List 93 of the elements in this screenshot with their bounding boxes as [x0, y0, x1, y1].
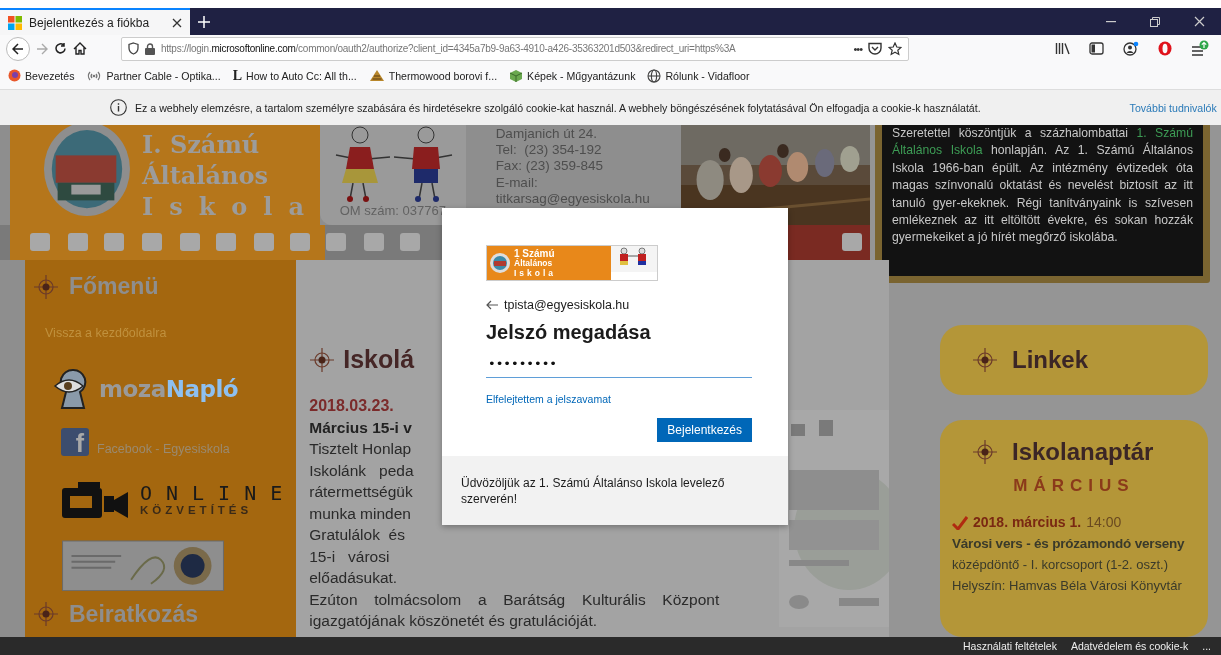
article-text: igazgatójának köszönetét és gratulációját. [309, 611, 599, 631]
pocket-icon[interactable] [868, 42, 882, 55]
online-text: ONLINE [140, 481, 297, 504]
section-heading: Beiratkozás [69, 600, 199, 628]
article-heading: Iskolá [343, 349, 415, 371]
target-icon [972, 439, 998, 465]
star-icon[interactable] [888, 41, 902, 56]
account-email: tpista@egyesiskola.hu [504, 298, 630, 312]
globe-icon [647, 68, 662, 83]
library-icon[interactable] [1055, 42, 1070, 55]
account-icon[interactable] [1123, 41, 1139, 56]
close-icon[interactable] [172, 17, 182, 28]
article-text: Ezúton tolmácsolom a Barátság Kulturális Központ [309, 589, 720, 610]
badge-drawing[interactable] [61, 539, 225, 592]
om-number-text: OM szám: 037767 [339, 203, 446, 218]
welcome-message: Üdvözöljük az 1. Számú Általánso Iskola levelező szerverén! [461, 476, 725, 506]
shield-icon [128, 42, 139, 55]
address-bar[interactable]: https://login.microsoftonline.com/common/oauth2/authorize?client_id=4345a7b9-9a63-4910-a426-35363201d503&redirect_uri=https%3A ••• [121, 36, 909, 61]
sign-in-button[interactable]: Bejelentkezés [657, 418, 752, 442]
event-date: 2018. március 1. [973, 513, 1082, 532]
bookmark-link[interactable]: L How to Auto Cc: All th... [232, 67, 357, 84]
school-name-text: Általános [141, 160, 268, 191]
target-icon [33, 601, 59, 628]
school-name-text: Iskola [141, 191, 320, 222]
welcome-text: Szeretettel köszöntjük a százhalombattai 1. Számú Általános Iskola honlapján. Az 1. Számú Általános Iskola 1966-ban épült. Az intézmény évtizedek óta magas színvonalú oktatást és nevelést biztosít az itt tanuló gyer-ekeknek. Régi tanítványaink is szívesen emlékeznek az itt eltöltött évekre, és sokan hozzák gyermekeiket a jó hírét megőrző iskolába. [892, 126, 1193, 245]
back-arrow-icon[interactable] [486, 300, 498, 310]
more-button[interactable]: ... [1202, 640, 1211, 652]
footer-link[interactable]: Használati feltételek [962, 640, 1057, 652]
dialog-heading: Jelszó megadása [486, 321, 652, 344]
article-text: Tisztelt Honlap [309, 439, 412, 459]
windows-logo-icon [8, 15, 22, 30]
letter-icon: L [232, 67, 243, 84]
lock-icon [145, 42, 155, 55]
contact-text: E-mail: [495, 174, 538, 191]
kids-drawing [611, 246, 657, 272]
card-heading: Linkek [1012, 346, 1089, 374]
article-text: rátermettségük [309, 482, 413, 502]
logo-text: Általános [514, 259, 553, 269]
check-icon [952, 515, 968, 530]
cookie-notice-text: Ez a webhely elemzésre, a tartalom személyre szabására és hirdetésekre szolgáló cookie-kat használ. A webhely böngészésének folytatásával Ön elfogadja a cookie-k használatát. [135, 101, 981, 114]
target-icon [33, 273, 59, 300]
forgot-password-link[interactable]: Elfelejtettem a jelszavamat [486, 393, 611, 405]
cone-icon [368, 69, 385, 82]
menu-icon[interactable] [1191, 40, 1209, 57]
article-title: Március 15-i v [309, 417, 412, 438]
section-heading: Főmenü [69, 273, 159, 301]
logo-text: Iskola [514, 268, 557, 278]
bookmark-link[interactable]: Thermowood borovi f... [368, 69, 498, 82]
reload-icon[interactable] [54, 42, 67, 55]
contact-text: Damjanich út 24. [495, 126, 597, 143]
footer-link[interactable]: Adatvédelem és cookie-k [1070, 640, 1189, 652]
plus-icon[interactable] [198, 15, 210, 28]
article-text: munka minden [309, 503, 411, 524]
browser-tab[interactable]: Bejelentkezés a fiókba [0, 8, 190, 35]
logo-text: 1 Számú [514, 248, 555, 259]
event-detail: középdöntő - I. korcsoport (1-2. oszt.) [952, 556, 1170, 574]
bookmark-link[interactable]: Partner Cable - Optika... [86, 69, 221, 82]
target-icon [309, 347, 336, 373]
bookmark-link[interactable]: Rólunk - Vidafloor [647, 68, 750, 83]
event-location: Helyszín: Hamvas Béla Városi Könyvtár [952, 577, 1183, 595]
restore-icon[interactable] [1150, 16, 1160, 27]
firefox-icon [8, 69, 21, 82]
article-text: Iskolánk peda [309, 460, 414, 481]
minimize-icon[interactable] [1106, 20, 1116, 23]
broadcast-text: KÖZVETÍTÉS [140, 503, 254, 516]
article-text: előadásukat. [309, 568, 399, 588]
facebook-icon[interactable]: f [61, 427, 89, 456]
event-time: 14:00 [1086, 513, 1122, 532]
sidebar-icon[interactable] [1089, 42, 1104, 55]
page-actions-button[interactable]: ••• [853, 42, 862, 55]
article-date: 2018.03.23. [309, 396, 394, 416]
event-title: Városi vers - és prózamondó verseny [952, 535, 1186, 553]
contact-text: titkarsag@egyesiskola.hu [495, 190, 650, 207]
month-label: MÁRCIUS [1012, 476, 1136, 496]
back-arrow-icon[interactable] [12, 42, 24, 55]
broadcast-icon [86, 69, 103, 82]
bookmark-link[interactable]: Képek - Műgyantázunk [509, 68, 636, 83]
article-text: 15-i városi [309, 546, 390, 567]
emblem-icon [489, 252, 511, 274]
home-icon[interactable] [73, 42, 87, 55]
contact-text: Tel: (23) 354-192 [495, 142, 602, 159]
contact-text: Fax: (23) 359-845 [495, 158, 603, 175]
url-text: https://login.microsoftonline.com/common/oauth2/authorize?client_id=4345a7b9-9a63-4910-a426-35363201d503&redirect_uri=https%3A [161, 43, 737, 54]
card-heading: Iskolanaptár [1012, 438, 1154, 466]
target-icon [972, 347, 998, 373]
opera-icon[interactable] [1158, 41, 1172, 56]
learn-more-link[interactable]: További tudnivalók [1129, 101, 1217, 114]
info-icon [110, 99, 127, 116]
article-text: Gratulálok és [309, 525, 405, 545]
school-name-text: I. Számú [141, 129, 260, 160]
bookmark-link[interactable]: Bevezetés [8, 69, 75, 82]
cube-icon [509, 68, 524, 83]
back-button[interactable] [6, 36, 30, 61]
